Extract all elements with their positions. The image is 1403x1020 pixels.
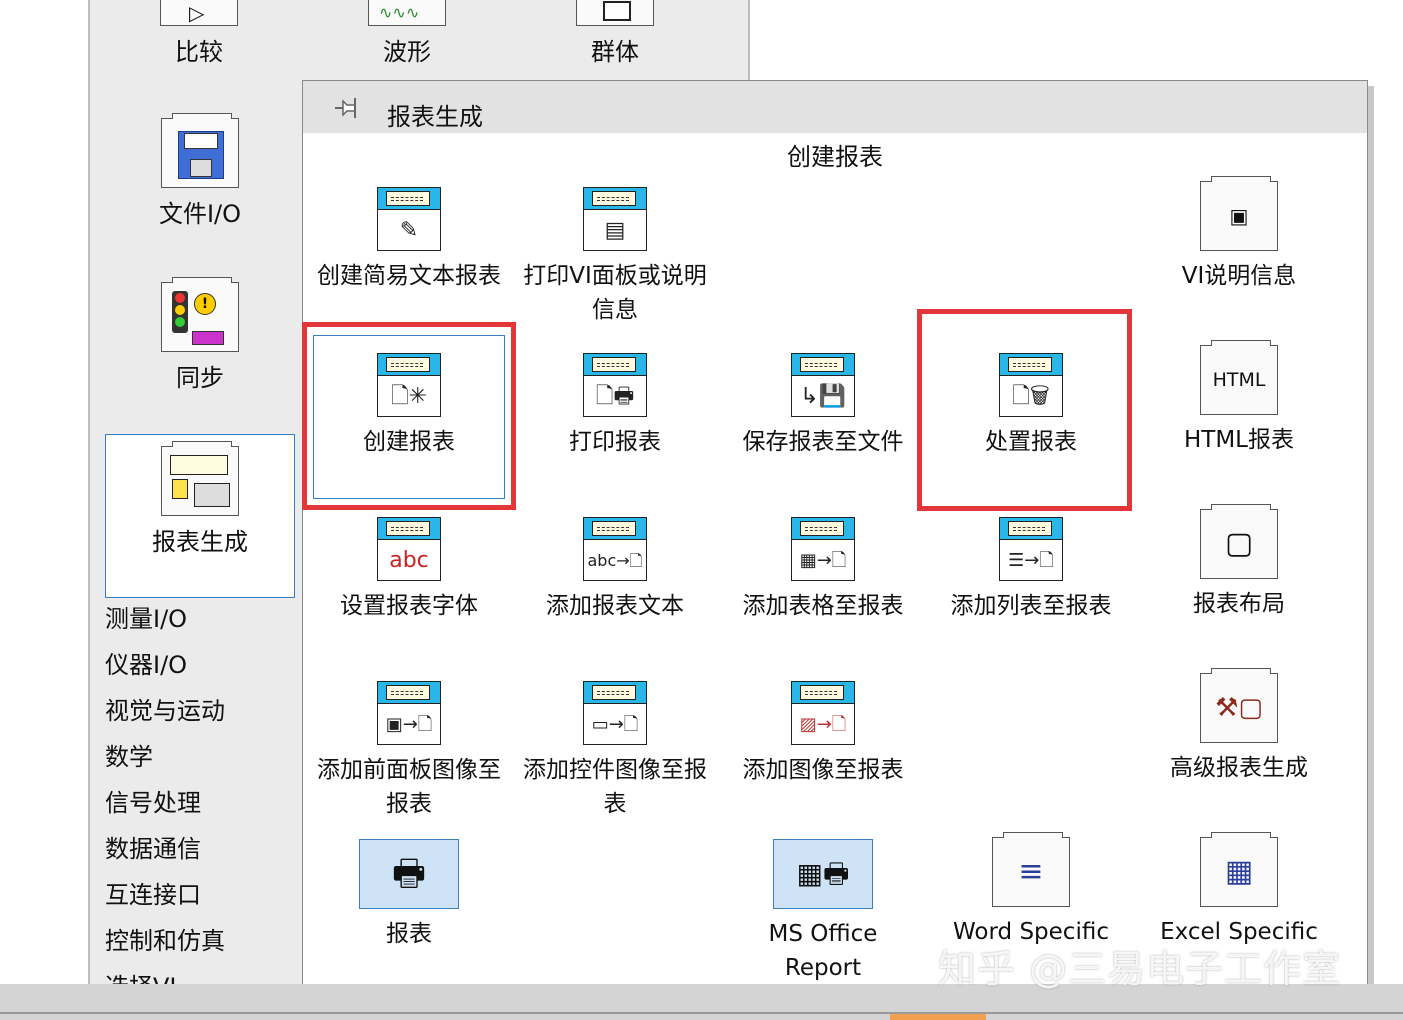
subpalette-title: 报表生成 xyxy=(387,103,483,131)
tile-append-control-image[interactable]: ▭→🗋 添加控件图像至报表 xyxy=(515,681,715,821)
excel-sheet-icon: ▦ xyxy=(1200,832,1278,907)
traffic-light-icon: ! xyxy=(161,277,239,352)
palette-item-report-generation[interactable]: 报表生成 xyxy=(150,441,250,557)
tile-word-specific[interactable]: ≡ Word Specific xyxy=(931,832,1131,949)
annotation-box-dispose-report xyxy=(917,309,1132,511)
palette-item-file-io[interactable]: 文件I/O xyxy=(150,113,250,229)
tile-save-report[interactable]: ↳💾 保存报表至文件 xyxy=(723,353,923,459)
compare-icon: ▷ xyxy=(160,0,238,26)
tile-set-font[interactable]: abc 设置报表字体 xyxy=(309,517,509,623)
palette-item-sync[interactable]: ! 同步 xyxy=(150,277,250,393)
category-instrument-io[interactable]: 仪器I/O xyxy=(105,650,225,696)
vi-documentation-icon: ▣ xyxy=(1200,176,1278,251)
section-title: 创建报表 xyxy=(787,143,883,171)
left-margin xyxy=(0,0,90,1020)
tile-report-express[interactable]: 🖶 报表 xyxy=(309,839,509,951)
category-list: 测量I/O 仪器I/O 视觉与运动 数学 信号处理 数据通信 互连接口 控制和仿… xyxy=(105,604,225,1018)
append-list-icon: ☰→🗋 xyxy=(999,517,1063,581)
ms-office-icon: ▦🖶 xyxy=(773,839,873,909)
report-generation-subpalette: 报表生成 创建报表 ✎ 创建简易文本报表 ▤ 打印VI面板或说明信息 ▣ VI说… xyxy=(302,80,1368,1004)
annotation-box-new-report xyxy=(302,322,516,510)
category-signal-processing[interactable]: 信号处理 xyxy=(105,788,225,834)
front-panel-image-icon: ▣→🗋 xyxy=(377,681,441,745)
floppy-disk-icon xyxy=(161,113,239,188)
hammer-icon: ⚒▢ xyxy=(1200,668,1278,743)
tile-print-panel[interactable]: ▤ 打印VI面板或说明信息 xyxy=(515,187,715,327)
tile-ms-office-report[interactable]: ▦🖶 MS Office Report xyxy=(723,839,923,985)
tile-excel-specific[interactable]: ▦ Excel Specific xyxy=(1139,832,1339,949)
printer-express-icon: 🖶 xyxy=(359,839,459,909)
palette-item-label: 群体 xyxy=(591,38,639,66)
font-icon: abc xyxy=(377,517,441,581)
palette-item-label: 比较 xyxy=(175,38,223,66)
control-image-icon: ▭→🗋 xyxy=(583,681,647,745)
category-data-communication[interactable]: 数据通信 xyxy=(105,834,225,880)
tile-html-report[interactable]: HTML HTML报表 xyxy=(1139,340,1339,457)
tile-append-text[interactable]: abc→🗋 添加报表文本 xyxy=(515,517,715,623)
tile-print-report[interactable]: 🗋🖶 打印报表 xyxy=(515,353,715,459)
append-text-icon: abc→🗋 xyxy=(583,517,647,581)
category-mathematics[interactable]: 数学 xyxy=(105,742,225,788)
print-report-icon: 🗋🖶 xyxy=(583,353,647,417)
palette-item-waveform[interactable]: ∿∿∿ 波形 xyxy=(362,0,452,67)
pin-icon[interactable] xyxy=(333,95,363,121)
html-icon: HTML xyxy=(1200,340,1278,415)
category-vision-motion[interactable]: 视觉与运动 xyxy=(105,696,225,742)
tile-vi-description[interactable]: ▣ VI说明信息 xyxy=(1139,176,1339,293)
category-connectivity[interactable]: 互连接口 xyxy=(105,880,225,926)
tile-advanced-report[interactable]: ⚒▢ 高级报表生成 xyxy=(1139,668,1339,785)
append-table-icon: ▦→🗋 xyxy=(791,517,855,581)
palette-item-compare[interactable]: ▷ 比较 xyxy=(154,0,244,67)
watermark: 知乎 @三易电子工作室 xyxy=(938,947,1342,991)
palette-item-label: 波形 xyxy=(383,38,431,66)
waveform-icon: ∿∿∿ xyxy=(368,0,446,26)
tile-easy-text-report[interactable]: ✎ 创建简易文本报表 xyxy=(309,187,509,293)
layout-icon: ▢ xyxy=(1200,504,1278,579)
tile-report-layout[interactable]: ▢ 报表布局 xyxy=(1139,504,1339,621)
tile-append-front-panel[interactable]: ▣→🗋 添加前面板图像至报表 xyxy=(309,681,509,821)
palette-item-cluster[interactable]: 群体 xyxy=(570,0,660,67)
report-printer-icon xyxy=(161,441,239,516)
pencil-report-icon: ✎ xyxy=(377,187,441,251)
cluster-icon xyxy=(576,0,654,26)
category-measurement-io[interactable]: 测量I/O xyxy=(105,604,225,650)
subpalette-header: 报表生成 xyxy=(303,81,1367,133)
palette-item-label: 报表生成 xyxy=(152,528,248,556)
category-control-simulation[interactable]: 控制和仿真 xyxy=(105,926,225,972)
palette-item-label: 文件I/O xyxy=(158,200,242,228)
save-report-icon: ↳💾 xyxy=(791,353,855,417)
image-icon: ▨→🗋 xyxy=(791,681,855,745)
print-panel-icon: ▤ xyxy=(583,187,647,251)
tile-append-image[interactable]: ▨→🗋 添加图像至报表 xyxy=(723,681,923,787)
word-document-icon: ≡ xyxy=(992,832,1070,907)
tile-append-list[interactable]: ☰→🗋 添加列表至报表 xyxy=(931,517,1131,623)
tile-append-table[interactable]: ▦→🗋 添加表格至报表 xyxy=(723,517,923,623)
palette-item-label: 同步 xyxy=(176,364,224,392)
